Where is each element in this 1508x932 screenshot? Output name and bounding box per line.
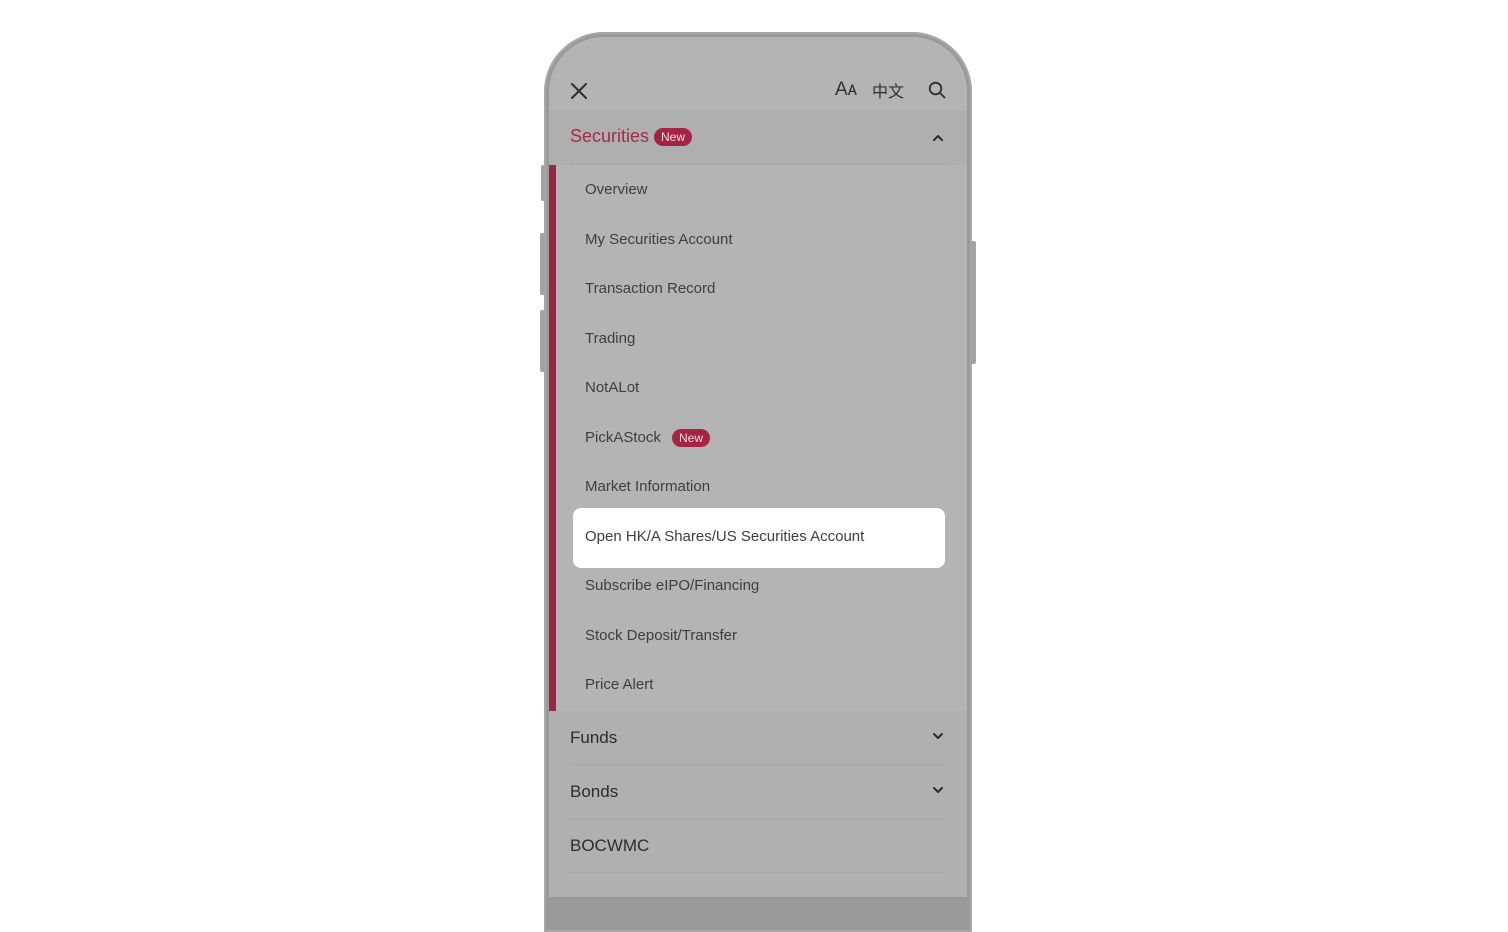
menu-screen: Aᴀ 中文 Securities New Overview My Securit…: [549, 37, 967, 897]
phone-volume-down-button: [540, 310, 545, 372]
search-icon[interactable]: [926, 79, 948, 101]
font-size-label: Aᴀ: [834, 79, 858, 100]
menu-section-securities[interactable]: Securities New: [549, 110, 967, 165]
submenu-item-market-information[interactable]: Market Information: [585, 478, 710, 495]
submenu-item-my-securities-account[interactable]: My Securities Account: [585, 231, 733, 248]
submenu-item-trading[interactable]: Trading: [585, 330, 635, 347]
menu-section-bonds[interactable]: Bonds: [549, 765, 967, 819]
new-badge: New: [654, 128, 693, 146]
chevron-down-icon[interactable]: [930, 728, 946, 744]
menu-section-bocwmc[interactable]: BOCWMC: [549, 819, 967, 873]
phone-power-button: [971, 241, 976, 364]
font-size-button[interactable]: Aᴀ: [832, 77, 860, 103]
menu-section-funds[interactable]: Funds: [549, 711, 967, 765]
section-title: Funds: [570, 728, 618, 747]
active-section-indicator: [549, 165, 556, 711]
submenu-item-price-alert[interactable]: Price Alert: [585, 676, 653, 693]
submenu-item-stock-deposit[interactable]: Stock Deposit/Transfer: [585, 627, 737, 644]
submenu-item-transaction-record[interactable]: Transaction Record: [585, 280, 715, 297]
divider: [570, 872, 946, 873]
section-title: Bonds: [570, 782, 619, 801]
submenu-item-overview[interactable]: Overview: [585, 181, 648, 198]
new-badge: New: [672, 429, 711, 447]
language-label: 中文: [871, 84, 904, 101]
submenu-item-notalot[interactable]: NotALot: [585, 379, 639, 396]
chevron-down-icon[interactable]: [930, 782, 946, 798]
language-toggle-button[interactable]: 中文: [870, 77, 906, 103]
section-title: Securities: [570, 126, 650, 146]
menu-header: Aᴀ 中文: [549, 37, 967, 110]
securities-submenu: Overview My Securities Account Transacti…: [549, 165, 967, 711]
close-icon[interactable]: [567, 79, 591, 103]
other-sections: Funds Bonds BOCWMC: [549, 711, 967, 897]
submenu-item-open-securities-account[interactable]: Open HK/A Shares/US Securities Account: [585, 528, 864, 545]
phone-volume-up-button: [540, 233, 545, 295]
section-title: BOCWMC: [570, 836, 650, 855]
submenu-item-pickastock[interactable]: PickAStock: [585, 429, 661, 446]
chevron-up-icon[interactable]: [930, 130, 946, 146]
submenu-item-subscribe-eipo[interactable]: Subscribe eIPO/Financing: [585, 577, 759, 594]
phone-side-button: [541, 165, 545, 201]
